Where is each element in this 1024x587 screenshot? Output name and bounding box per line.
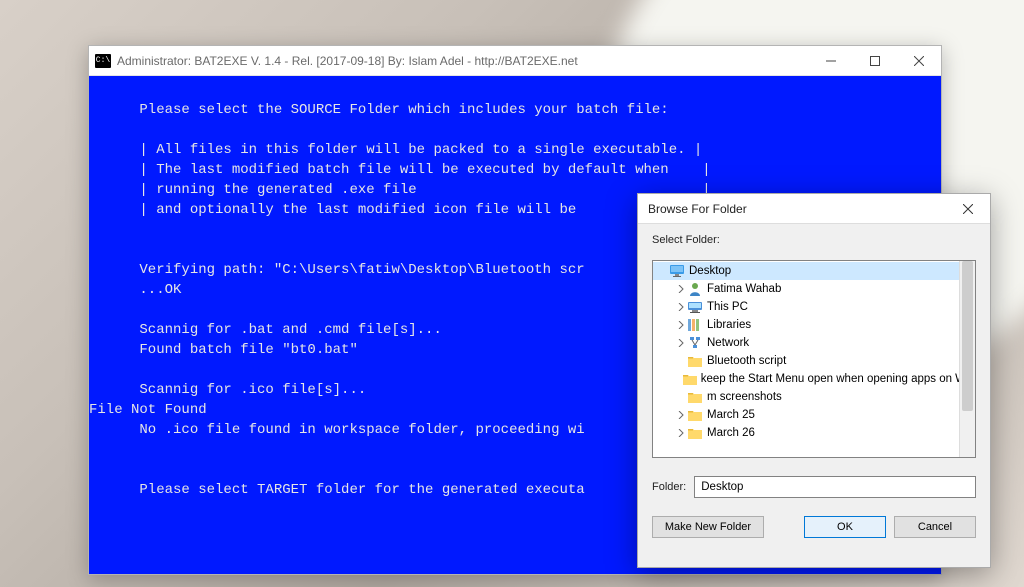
cancel-button[interactable]: Cancel xyxy=(894,516,976,538)
tree-item[interactable]: Desktop xyxy=(653,262,975,280)
make-new-folder-button[interactable]: Make New Folder xyxy=(652,516,764,538)
minimize-icon xyxy=(826,56,836,66)
expand-icon[interactable] xyxy=(675,303,687,311)
tree-scroll-thumb[interactable] xyxy=(962,261,973,411)
window-buttons xyxy=(809,46,941,76)
folder-icon xyxy=(687,409,703,421)
tree-item-label: March 25 xyxy=(707,409,755,421)
tree-item-label: m screenshots xyxy=(707,391,782,403)
expand-icon[interactable] xyxy=(675,411,687,419)
cmd-icon: C:\ xyxy=(95,54,111,68)
folder-icon xyxy=(687,355,703,367)
expand-icon[interactable] xyxy=(675,339,687,347)
expand-icon[interactable] xyxy=(675,285,687,293)
tree-item-label: Libraries xyxy=(707,319,751,331)
tree-item[interactable]: March 25 xyxy=(653,406,975,424)
console-titlebar[interactable]: C:\ Administrator: BAT2EXE V. 1.4 - Rel.… xyxy=(89,46,941,76)
tree-item-label: Desktop xyxy=(689,265,731,277)
desktop-icon xyxy=(669,265,685,277)
minimize-button[interactable] xyxy=(809,46,853,76)
dialog-prompt: Select Folder: xyxy=(652,234,976,246)
tree-item[interactable]: Network xyxy=(653,334,975,352)
tree-item-label: Bluetooth script xyxy=(707,355,786,367)
console-title: Administrator: BAT2EXE V. 1.4 - Rel. [20… xyxy=(117,54,809,68)
tree-item-label: Fatima Wahab xyxy=(707,283,781,295)
tree-item[interactable]: March 26 xyxy=(653,424,975,442)
tree-scrollbar[interactable] xyxy=(959,261,975,457)
dialog-close-button[interactable] xyxy=(946,194,990,224)
tree-item-label: keep the Start Menu open when opening ap… xyxy=(701,373,975,385)
tree-item[interactable]: m screenshots xyxy=(653,388,975,406)
folder-input[interactable] xyxy=(694,476,976,498)
libraries-icon xyxy=(687,319,703,331)
network-icon xyxy=(687,337,703,349)
folder-icon xyxy=(683,373,697,385)
expand-icon[interactable] xyxy=(675,321,687,329)
user-icon xyxy=(687,282,703,296)
tree-item[interactable]: Fatima Wahab xyxy=(653,280,975,298)
dialog-title: Browse For Folder xyxy=(648,202,946,216)
close-icon xyxy=(914,56,924,66)
folder-icon xyxy=(687,391,703,403)
pc-icon xyxy=(687,301,703,313)
tree-item-label: March 26 xyxy=(707,427,755,439)
close-icon xyxy=(963,204,973,214)
tree-item[interactable]: This PC xyxy=(653,298,975,316)
folder-field-label: Folder: xyxy=(652,481,686,493)
tree-item[interactable]: keep the Start Menu open when opening ap… xyxy=(653,370,975,388)
dialog-titlebar[interactable]: Browse For Folder xyxy=(638,194,990,224)
folder-tree[interactable]: Desktop Fatima Wahab This PC Libraries Netwo… xyxy=(652,260,976,458)
tree-item-label: Network xyxy=(707,337,749,349)
tree-item[interactable]: Libraries xyxy=(653,316,975,334)
maximize-button[interactable] xyxy=(853,46,897,76)
expand-icon[interactable] xyxy=(675,429,687,437)
tree-item-label: This PC xyxy=(707,301,748,313)
tree-item[interactable]: Bluetooth script xyxy=(653,352,975,370)
ok-button[interactable]: OK xyxy=(804,516,886,538)
maximize-icon xyxy=(870,56,880,66)
close-button[interactable] xyxy=(897,46,941,76)
folder-icon xyxy=(687,427,703,439)
browse-folder-dialog: Browse For Folder Select Folder: Desktop… xyxy=(637,193,991,568)
